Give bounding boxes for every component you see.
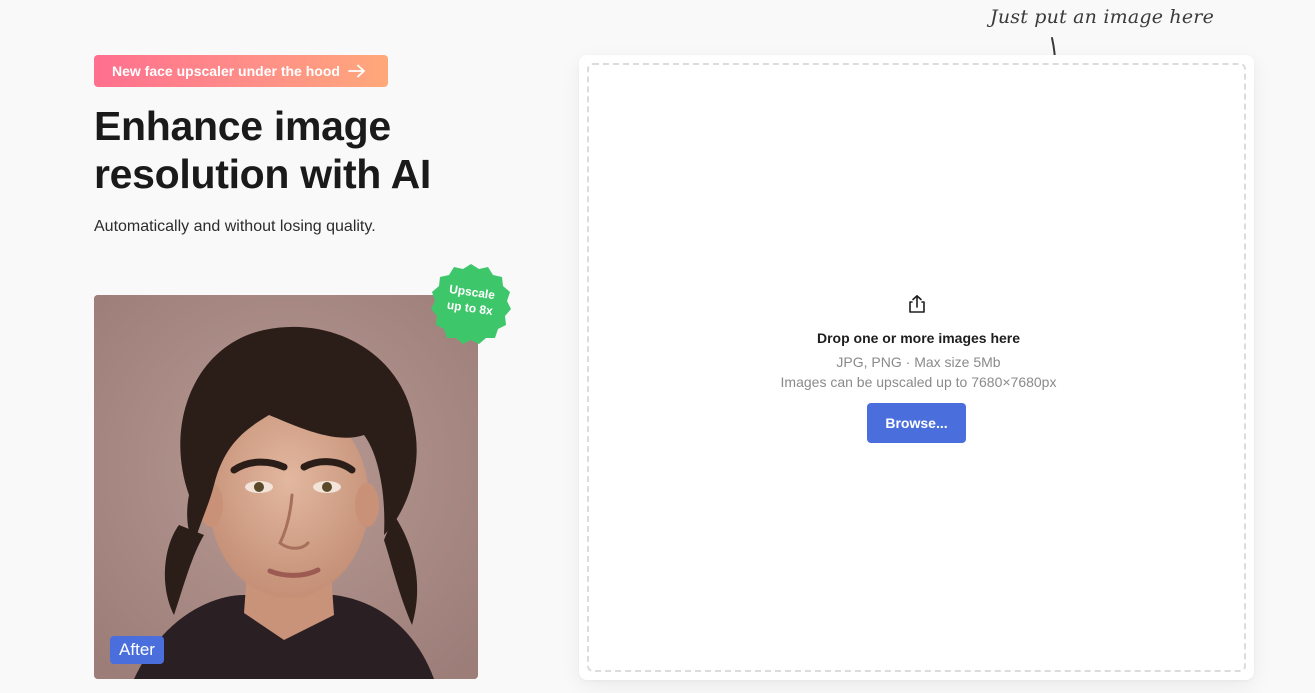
page-title-line-2: resolution with AI <box>94 151 432 197</box>
promo-label: New face upscaler under the hood <box>112 63 340 79</box>
dropzone-title: Drop one or more images here <box>816 330 1021 346</box>
page: New face upscaler under the hood Enhance… <box>0 0 1315 693</box>
promo-banner-link[interactable]: New face upscaler under the hood <box>94 55 388 87</box>
arrow-right-icon <box>348 64 366 78</box>
dropzone-formats: JPG, PNG · Max size 5Mb <box>836 354 1001 370</box>
upload-icon <box>907 294 927 319</box>
page-subtitle: Automatically and without losing quality… <box>94 218 376 235</box>
after-label-badge: After <box>110 636 164 664</box>
page-title: Enhance image resolution with AI <box>94 102 534 198</box>
page-title-line-1: Enhance image <box>94 103 391 149</box>
image-dropzone[interactable]: Drop one or more images here JPG, PNG · … <box>587 63 1246 672</box>
upload-card: Drop one or more images here JPG, PNG · … <box>579 55 1254 680</box>
dropzone-max-resolution: Images can be upscaled up to 7680×7680px <box>780 374 1057 390</box>
browse-button[interactable]: Browse... <box>867 403 966 443</box>
after-preview-image <box>94 295 478 679</box>
upscale-badge: Upscale up to 8x <box>430 262 512 344</box>
dropzone-hint: Just put an image here <box>990 6 1215 28</box>
